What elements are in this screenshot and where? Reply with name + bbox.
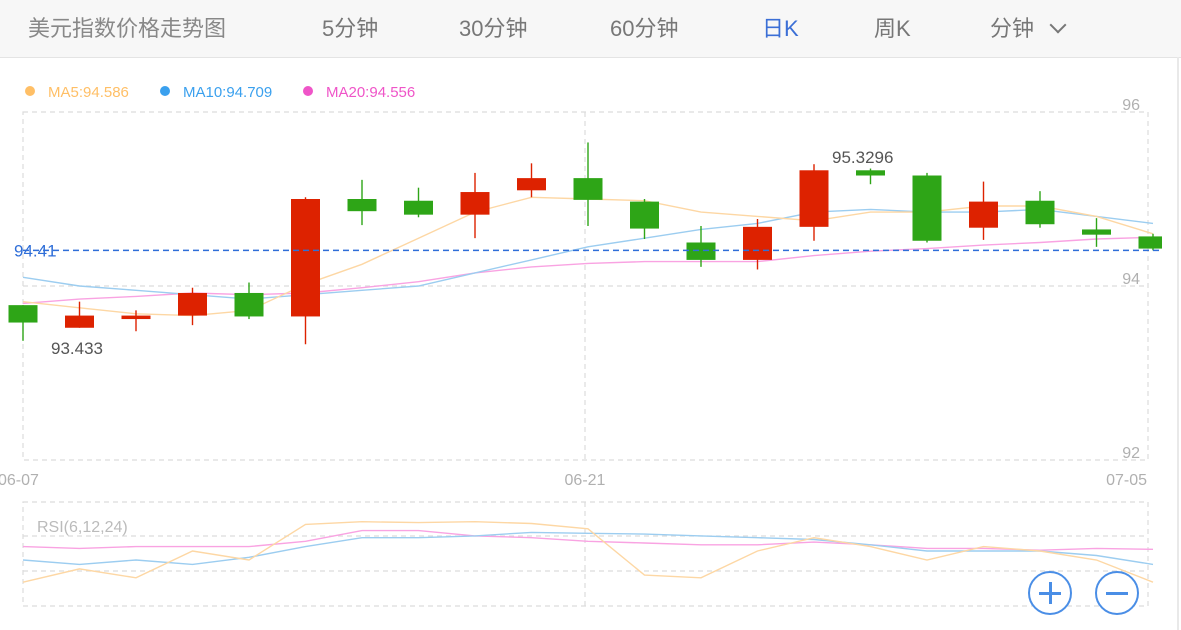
candle [178,287,207,326]
candle-body [460,192,490,215]
candle [799,164,829,241]
min-price-label: 93.433 [51,339,103,358]
ma5-legend-dot [25,86,35,96]
candle [8,305,38,341]
candle-body [969,201,998,228]
y-tick-label: 92 [1122,445,1140,462]
candle-body [630,201,659,229]
candle [969,181,998,240]
candle [347,179,377,226]
ma10-legend-label: MA10:94.709 [183,84,272,101]
ma-legend: MA5:94.586 MA10:94.709 MA20:94.556 [25,84,415,101]
ma10-legend-dot [160,86,170,96]
current-price-label: 94.41 [14,241,57,260]
x-tick-label: 07-05 [1106,472,1147,489]
candle-body [912,175,942,241]
zoom-out-button[interactable] [1095,571,1139,615]
x-tick-label: 06-07 [0,472,39,489]
ma20-legend-label: MA20:94.556 [326,84,415,101]
rsi-panel-frame [22,501,1149,607]
candle [291,197,320,345]
rsi-panel: RSI(6,12,24) [22,519,1154,583]
candle-body [121,315,151,320]
candle [1025,191,1055,228]
candle [856,168,885,185]
candle-body [291,199,320,317]
candle-body [1082,229,1111,235]
rsi-label: RSI(6,12,24) [37,519,128,536]
candle [630,199,659,240]
kline-chart[interactable]: MA5:94.586 MA10:94.709 MA20:94.556 96 94 9… [0,0,1181,630]
candle [686,225,716,267]
x-tick-label: 06-21 [565,472,606,489]
candle-body [573,178,603,200]
candle [573,142,603,226]
candle-body [743,226,772,260]
plus-icon-stem [1049,582,1052,604]
candle-body [517,178,546,191]
candle-body [8,305,38,323]
candle-body [404,200,433,215]
candle-body [1138,236,1162,249]
candle-body [1025,200,1055,225]
y-tick-label: 96 [1122,97,1140,114]
max-price-label: 95.3296 [832,148,893,167]
candle-body [347,199,377,212]
ma5-legend-label: MA5:94.586 [48,84,129,101]
candle [1138,233,1162,251]
ma20-legend-dot [303,86,313,96]
candle-body [799,170,829,227]
candle [517,163,546,198]
rsi6-line [22,520,1154,583]
candle-body [856,170,885,176]
candle [1082,218,1111,247]
y-tick-label: 94 [1122,271,1140,288]
candle [912,172,942,243]
candle [404,187,433,218]
candle-body [65,315,94,328]
candle [234,282,264,320]
candle-body [686,242,716,260]
candle [65,301,94,328]
zoom-in-button[interactable] [1028,571,1072,615]
candle-body [234,292,264,317]
minus-icon [1106,592,1128,595]
candle [460,172,490,239]
candle-body [178,292,207,316]
